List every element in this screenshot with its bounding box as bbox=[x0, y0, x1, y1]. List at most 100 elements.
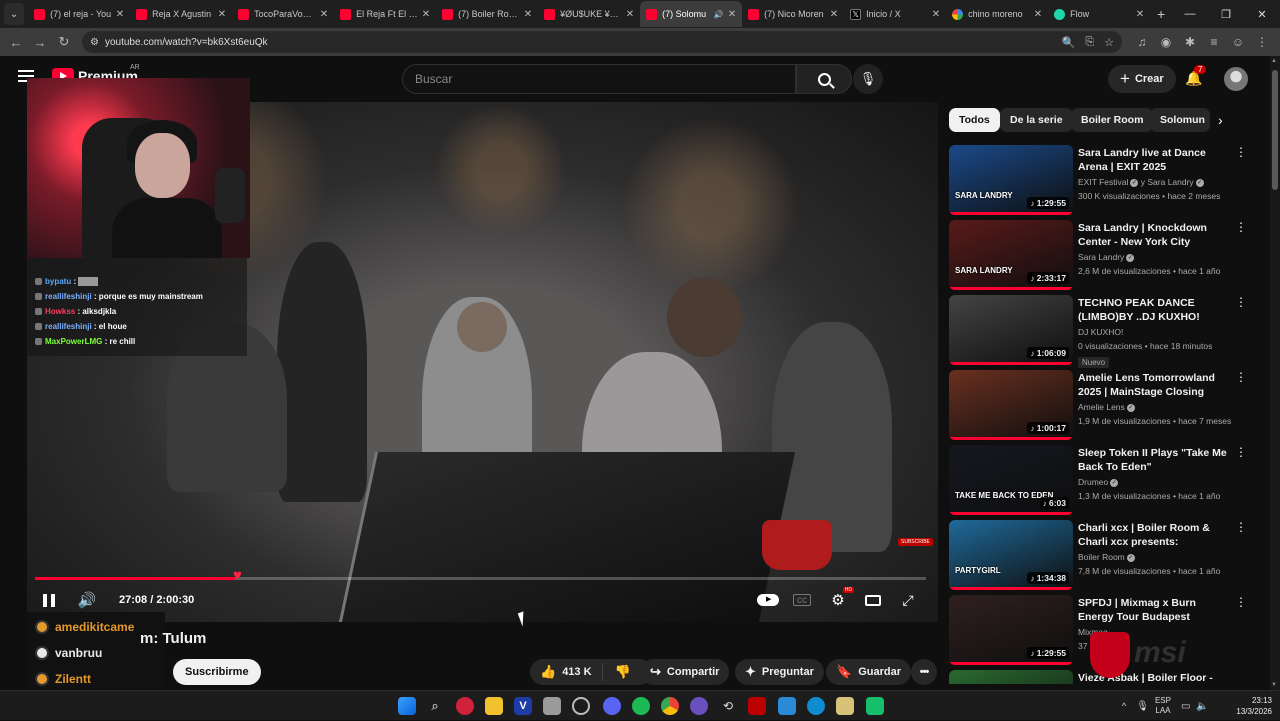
video-thumbnail[interactable]: 1:29:55 bbox=[949, 595, 1073, 665]
video-thumbnail[interactable]: PARTYGIRL 1:34:38 bbox=[949, 520, 1073, 590]
browser-tab[interactable]: TocoParaVos, E ✕ bbox=[232, 1, 334, 27]
close-tab-icon[interactable]: ✕ bbox=[1136, 9, 1144, 20]
theater-mode-icon[interactable] bbox=[863, 590, 883, 610]
forward-icon[interactable]: → bbox=[28, 35, 52, 50]
more-options-icon[interactable]: ⋮ bbox=[1235, 445, 1247, 459]
like-button[interactable]: 👍 413 K bbox=[530, 663, 603, 681]
video-thumbnail[interactable]: 1:00:17 bbox=[949, 370, 1073, 440]
related-video-title[interactable]: Sleep Token II Plays "Take Me Back To Ed… bbox=[1078, 446, 1230, 474]
file-explorer-icon[interactable] bbox=[485, 697, 503, 715]
related-video-title[interactable]: Sara Landry | Knockdown Center - New Yor… bbox=[1078, 221, 1230, 249]
browser-menu-icon[interactable]: ⋮ bbox=[1250, 35, 1274, 49]
spotify-icon[interactable] bbox=[632, 697, 650, 715]
channel-name[interactable]: Sara Landry ✓ bbox=[1078, 252, 1135, 262]
channel-name[interactable]: EXIT Festival ✓ y Sara Landry ✓ bbox=[1078, 177, 1204, 187]
video-thumbnail[interactable]: SARA LANDRY 2:33:17 bbox=[949, 220, 1073, 290]
related-video[interactable]: 1:00:17 Amelie Lens Tomorrowland 2025 | M… bbox=[949, 370, 1249, 440]
minimize-icon[interactable]: — bbox=[1172, 8, 1208, 21]
url-field[interactable]: ⚙ youtube.com/watch?v=bk6Xst6euQk 🔍 ⎘ ☆ bbox=[82, 31, 1122, 53]
extension-icon[interactable]: ◉ bbox=[1154, 35, 1178, 49]
related-video-title[interactable]: Amelie Lens Tomorrowland 2025 | MainStag… bbox=[1078, 371, 1230, 399]
maximize-icon[interactable]: ❐ bbox=[1208, 8, 1244, 21]
app4-icon[interactable] bbox=[748, 697, 766, 715]
close-tab-icon[interactable]: ✕ bbox=[1034, 9, 1042, 20]
create-button[interactable]: + Crear bbox=[1108, 65, 1176, 93]
browser-tab[interactable]: Flow ✕ bbox=[1048, 1, 1150, 27]
video-thumbnail[interactable]: TAKE ME BACK TO EDEN6:03 bbox=[949, 445, 1073, 515]
browser-tab[interactable]: El Reja Ft El Su ✕ bbox=[334, 1, 436, 27]
photos-icon[interactable] bbox=[778, 697, 796, 715]
browser-tab[interactable]: ¥ØU$UKE ¥UK ✕ bbox=[538, 1, 640, 27]
app-taskbar-icon[interactable] bbox=[456, 697, 474, 715]
chip-2[interactable]: Boiler Room bbox=[1071, 108, 1154, 132]
browser-tab[interactable]: (7) Nico Moren ✕ bbox=[742, 1, 844, 27]
discord-icon[interactable] bbox=[603, 697, 621, 715]
scroll-up-icon[interactable]: ▲ bbox=[1271, 58, 1277, 64]
scrollbar-thumb[interactable] bbox=[1272, 70, 1278, 190]
related-video[interactable]: SARA LANDRY 1:29:55 Sara Landry live at Da… bbox=[949, 145, 1249, 215]
new-tab-icon[interactable]: + bbox=[1150, 6, 1172, 22]
more-options-icon[interactable]: ⋮ bbox=[1235, 220, 1247, 234]
more-options-icon[interactable]: ⋮ bbox=[1235, 145, 1247, 159]
subscribe-button[interactable]: Suscribirme bbox=[173, 659, 261, 685]
scroll-down-icon[interactable]: ▼ bbox=[1271, 682, 1277, 688]
tray-mic-icon[interactable]: 🎙 bbox=[1136, 701, 1149, 712]
notifications-button[interactable]: 🔔 7 bbox=[1185, 65, 1207, 87]
obs-icon[interactable] bbox=[572, 697, 590, 715]
subscribe-watermark[interactable]: SUBSCRIBE bbox=[898, 538, 933, 546]
back-icon[interactable]: ← bbox=[4, 35, 28, 50]
language-indicator[interactable]: ESP LAA bbox=[1155, 696, 1171, 716]
chrome-icon[interactable] bbox=[661, 697, 679, 715]
close-tab-icon[interactable]: ✕ bbox=[422, 9, 430, 20]
browser-tab[interactable]: (7) el reja - You ✕ bbox=[28, 1, 130, 27]
ask-button[interactable]: ✦ Preguntar bbox=[735, 659, 824, 685]
scrubber-heart-icon[interactable]: ♥ bbox=[233, 568, 248, 583]
close-window-icon[interactable]: ✕ bbox=[1244, 8, 1280, 21]
browser-tab[interactable]: (7) Solomu 🔊 ✕ bbox=[640, 1, 743, 27]
chip-0[interactable]: Todos bbox=[949, 108, 1000, 132]
close-tab-icon[interactable]: ✕ bbox=[320, 9, 328, 20]
progress-bar[interactable]: ♥ bbox=[35, 568, 926, 583]
app2-icon[interactable] bbox=[690, 697, 708, 715]
clock[interactable]: 23:13 13/3/2026 bbox=[1228, 695, 1272, 717]
app3-icon[interactable]: ⟲ bbox=[719, 697, 737, 715]
more-options-icon[interactable]: ⋮ bbox=[1235, 595, 1247, 609]
voice-search-button[interactable]: 🎙 bbox=[853, 64, 883, 94]
extensions-puzzle-icon[interactable]: ✱ bbox=[1178, 35, 1202, 49]
chip-3[interactable]: Solomun bbox=[1150, 108, 1210, 132]
browser-tab[interactable]: chino moreno ✕ bbox=[946, 1, 1048, 27]
channel-name[interactable]: Amelie Lens ✓ bbox=[1078, 402, 1135, 412]
close-tab-icon[interactable]: ✕ bbox=[830, 9, 838, 20]
related-video-title[interactable]: Sara Landry live at Dance Arena | EXIT 2… bbox=[1078, 146, 1230, 174]
chip-1[interactable]: De la serie bbox=[1000, 108, 1073, 132]
browser-tab[interactable]: Reja X Agustin ✕ bbox=[130, 1, 232, 27]
video-thumbnail[interactable]: 1:06:09 bbox=[949, 295, 1073, 365]
media-control-icon[interactable]: ♫ bbox=[1130, 35, 1154, 49]
chevron-right-icon[interactable]: › bbox=[1218, 112, 1223, 128]
save-button[interactable]: 🔖 Guardar bbox=[826, 659, 911, 685]
related-video[interactable]: 1:06:09 TECHNO PEAK DANCE (LIMBO)BY ..DJ … bbox=[949, 295, 1249, 368]
channel-name[interactable]: Drumeo ✓ bbox=[1078, 477, 1119, 487]
pause-button[interactable] bbox=[40, 590, 58, 610]
site-info-icon[interactable]: ⚙ bbox=[90, 37, 99, 48]
vegas-icon[interactable]: V bbox=[514, 697, 532, 715]
search-taskbar-icon[interactable]: ⌕ bbox=[426, 697, 444, 715]
app6-icon[interactable] bbox=[866, 697, 884, 715]
volume-icon[interactable]: 🔊 bbox=[77, 590, 97, 610]
browser-tab[interactable]: 𝕏 Inicio / X ✕ bbox=[844, 1, 946, 27]
avatar[interactable] bbox=[1224, 67, 1248, 91]
zoom-icon[interactable]: 🔍 bbox=[1062, 36, 1076, 49]
install-icon[interactable]: ⎘ bbox=[1085, 36, 1094, 49]
bookmark-star-icon[interactable]: ☆ bbox=[1104, 36, 1114, 49]
subtitles-icon[interactable]: cc bbox=[793, 594, 811, 606]
related-video-title[interactable]: TECHNO PEAK DANCE (LIMBO)BY ..DJ KUXHO! … bbox=[1078, 296, 1230, 326]
dislike-button[interactable]: 👎 bbox=[603, 664, 643, 680]
close-tab-icon[interactable]: ✕ bbox=[116, 9, 124, 20]
video-thumbnail[interactable] bbox=[949, 670, 1073, 684]
search-input[interactable]: Buscar bbox=[402, 64, 796, 94]
reading-list-icon[interactable]: ≡ bbox=[1202, 35, 1226, 49]
profile-icon[interactable]: ☺ bbox=[1226, 35, 1250, 49]
speaker-icon[interactable]: 🔈 bbox=[1196, 701, 1208, 712]
close-tab-icon[interactable]: ✕ bbox=[524, 9, 532, 20]
related-video[interactable]: TAKE ME BACK TO EDEN6:03Sleep Token II P… bbox=[949, 445, 1249, 515]
